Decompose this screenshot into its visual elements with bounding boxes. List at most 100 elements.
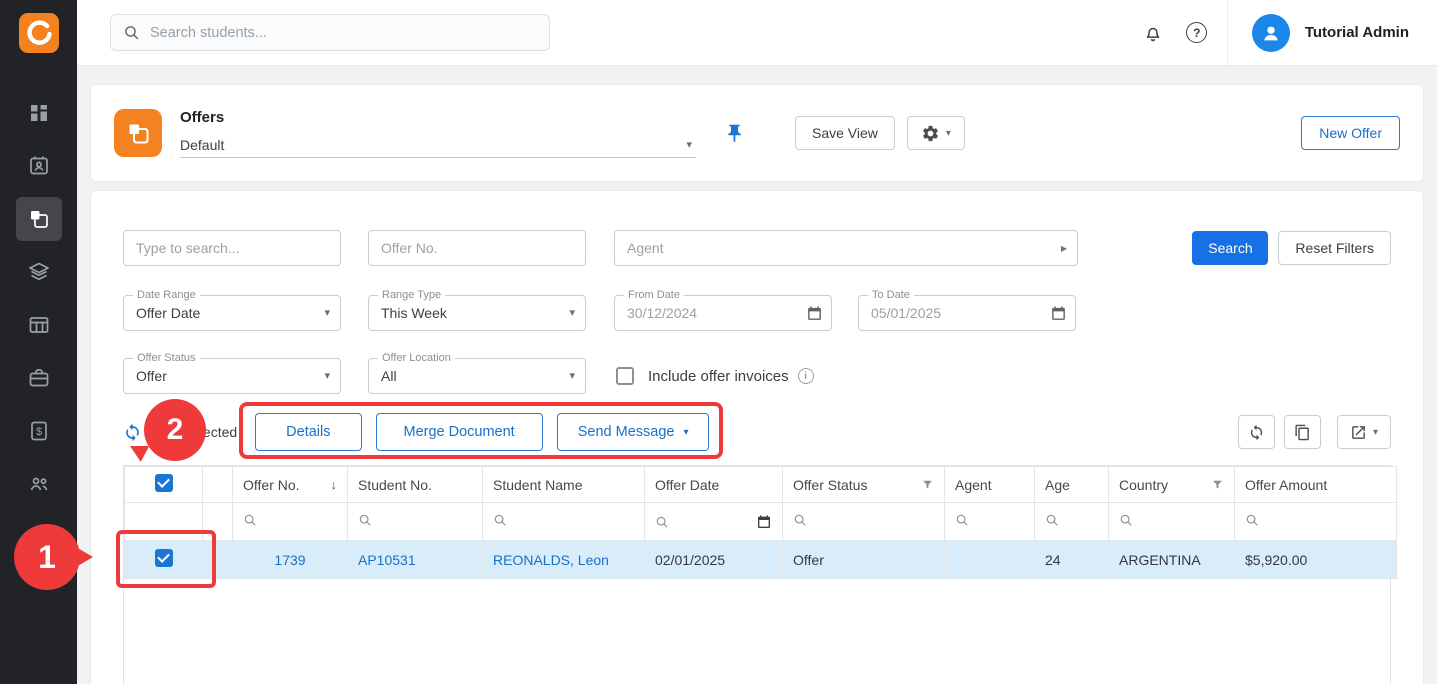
select-all-checkbox[interactable] (155, 474, 173, 492)
help-button[interactable]: ? (1175, 11, 1219, 55)
notifications-button[interactable] (1131, 11, 1175, 55)
text-search-input[interactable] (123, 230, 341, 266)
save-view-button[interactable]: Save View (795, 116, 895, 150)
filter-cell-country[interactable] (1109, 503, 1235, 541)
pin-view-button[interactable] (724, 123, 745, 144)
search-button[interactable]: Search (1192, 231, 1268, 265)
students-icon (27, 154, 51, 178)
offer-no-link[interactable]: 1739 (274, 552, 305, 568)
app-window: $ ? Tutorial Admin (0, 0, 1437, 684)
agent-input[interactable] (615, 240, 1061, 256)
merge-document-button[interactable]: Merge Document (376, 413, 543, 451)
sidebar-item-offers[interactable] (0, 192, 77, 245)
sidebar-active-highlight (16, 197, 62, 241)
col-age-label: Age (1045, 477, 1070, 493)
cell-offer-status: Offer (783, 541, 945, 579)
sidebar-item-dashboard[interactable] (0, 86, 77, 139)
pin-icon (724, 123, 745, 144)
grid-empty-area (124, 579, 1390, 684)
cell-student-name: REONALDS, Leon (483, 541, 645, 579)
chevron-down-icon: ▾ (686, 138, 696, 151)
calendar-icon[interactable] (1050, 305, 1067, 322)
filter-cell-offer-no[interactable] (233, 503, 348, 541)
export-icon (1350, 424, 1367, 441)
col-country-label: Country (1119, 477, 1168, 493)
filter-cell-student-name[interactable] (483, 503, 645, 541)
date-range-select[interactable]: Date Range Offer Date ▾ (123, 295, 341, 331)
student-name-link[interactable]: REONALDS, Leon (493, 552, 609, 568)
col-age[interactable]: Age (1035, 467, 1109, 503)
sidebar-item-students[interactable] (0, 139, 77, 192)
filter-row-1: ▸ Search Reset Filters (123, 230, 1391, 266)
refresh-button[interactable] (1238, 415, 1275, 449)
chevron-down-icon: ▾ (683, 427, 688, 438)
row-checkbox[interactable] (155, 549, 173, 567)
offer-status-select[interactable]: Offer Status Offer ▾ (123, 358, 341, 394)
offers-module-icon (114, 109, 162, 157)
copy-button[interactable] (1284, 415, 1321, 449)
filter-cell-offer-amount[interactable] (1235, 503, 1397, 541)
search-icon (1245, 513, 1259, 527)
grid-header-row: Offer No.↓ Student No. Student Name Offe… (125, 467, 1397, 503)
sidebar-item-courses[interactable] (0, 245, 77, 298)
copy-icon (1294, 424, 1311, 441)
filter-cell-offer-date[interactable] (645, 503, 783, 541)
sidebar-item-agents[interactable] (0, 457, 77, 510)
from-date-field[interactable]: From Date 30/12/2024 (614, 295, 832, 331)
topbar-right: ? Tutorial Admin (1131, 0, 1437, 65)
selection-actions-row: 1 Selected Details Merge Document Send M… (123, 413, 1391, 451)
calendar-icon[interactable] (756, 514, 772, 530)
annotation-step-1: 1 (14, 524, 80, 590)
offer-location-select[interactable]: Offer Location All ▾ (368, 358, 586, 394)
filter-funnel-icon[interactable] (921, 478, 934, 491)
filter-cell-age[interactable] (1035, 503, 1109, 541)
filter-cell-agent[interactable] (945, 503, 1035, 541)
search-icon (655, 515, 669, 529)
row-select-cell (125, 541, 203, 579)
col-country[interactable]: Country (1109, 467, 1235, 503)
chevron-down-icon: ▾ (324, 359, 330, 393)
grid-filter-row (125, 503, 1397, 541)
col-offer-date[interactable]: Offer Date (645, 467, 783, 503)
col-offer-amount[interactable]: Offer Amount (1235, 467, 1397, 503)
to-date-field[interactable]: To Date 05/01/2025 (858, 295, 1076, 331)
details-button[interactable]: Details (255, 413, 361, 451)
global-search-input[interactable] (150, 25, 537, 41)
bell-icon (1142, 22, 1164, 44)
col-offer-amount-label: Offer Amount (1245, 477, 1327, 493)
sidebar-item-invoices[interactable]: $ (0, 404, 77, 457)
filter-cell-student-no[interactable] (348, 503, 483, 541)
col-agent[interactable]: Agent (945, 467, 1035, 503)
user-name[interactable]: Tutorial Admin (1305, 24, 1409, 41)
sidebar-item-services[interactable] (0, 351, 77, 404)
filter-funnel-icon[interactable] (1211, 478, 1224, 491)
range-type-select[interactable]: Range Type This Week ▾ (368, 295, 586, 331)
calendar-icon[interactable] (806, 305, 823, 322)
chevron-right-icon[interactable]: ▸ (1061, 241, 1077, 255)
col-offer-no[interactable]: Offer No.↓ (233, 467, 348, 503)
reset-filters-button[interactable]: Reset Filters (1278, 231, 1391, 265)
table-row[interactable]: 1739 AP10531 REONALDS, Leon 02/01/2025 O… (125, 541, 1397, 579)
new-offer-button[interactable]: New Offer (1301, 116, 1400, 150)
col-student-no[interactable]: Student No. (348, 467, 483, 503)
chevron-down-icon: ▾ (1373, 427, 1378, 438)
student-no-link[interactable]: AP10531 (358, 552, 416, 568)
cell-country: ARGENTINA (1109, 541, 1235, 579)
filter-cell-offer-status[interactable] (783, 503, 945, 541)
app-logo[interactable] (0, 0, 77, 66)
row-expander-cell (203, 541, 233, 579)
export-dropdown-button[interactable]: ▾ (1337, 415, 1391, 449)
send-message-button[interactable]: Send Message ▾ (557, 413, 710, 451)
avatar[interactable] (1252, 14, 1290, 52)
from-date-label: From Date (624, 289, 684, 302)
offer-no-input[interactable] (368, 230, 586, 266)
settings-dropdown-button[interactable]: ▾ (907, 116, 965, 150)
view-select[interactable]: Default ▾ (180, 133, 696, 158)
sidebar-item-tables[interactable] (0, 298, 77, 351)
include-invoices-checkbox[interactable] (616, 367, 634, 385)
agent-lookup-field: ▸ (614, 230, 1078, 266)
col-student-name[interactable]: Student Name (483, 467, 645, 503)
col-offer-status[interactable]: Offer Status (783, 467, 945, 503)
search-icon (1045, 513, 1059, 527)
info-icon[interactable]: i (798, 368, 814, 384)
